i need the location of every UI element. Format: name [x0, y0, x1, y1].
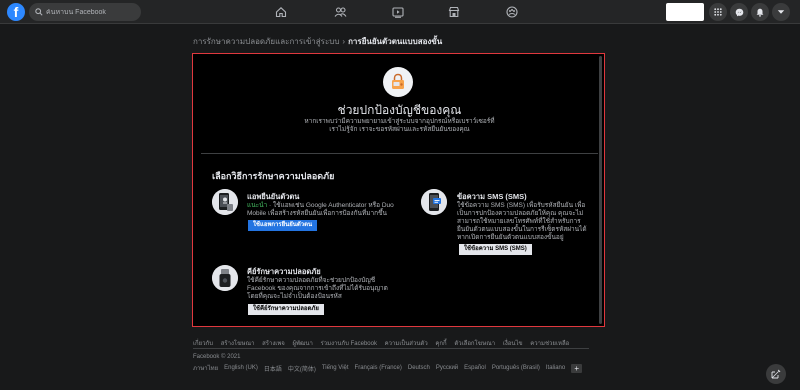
search-icon — [35, 8, 43, 16]
notifications-icon[interactable] — [751, 3, 769, 21]
security-lock-icon — [383, 67, 413, 97]
footer-link[interactable]: คุกกี้ — [435, 341, 446, 347]
footer-link[interactable]: ความเป็นส่วนตัว — [385, 341, 428, 347]
copyright: Facebook © 2021 — [193, 354, 241, 360]
language-current: ภาษาไทย — [193, 366, 219, 372]
footer-links: เกี่ยวกับ สร้างโฆษณา สร้างเพจ ผู้พัฒนา ร… — [193, 338, 613, 348]
language-link[interactable]: 日本語 — [264, 364, 282, 373]
footer-link[interactable]: ความช่วยเหลือ — [530, 341, 569, 347]
footer-link[interactable]: เงื่อนไข — [503, 341, 523, 347]
language-link[interactable]: 中文(简体) — [288, 364, 316, 373]
new-message-button[interactable] — [766, 364, 786, 384]
groups-icon[interactable] — [497, 3, 527, 21]
footer-link[interactable]: ผู้พัฒนา — [293, 341, 313, 347]
hero-subtitle: หากเราพบว่ามีความพยายามเข้าสู่ระบบจากอุป… — [304, 118, 495, 133]
use-security-key-button[interactable]: ใช้คีย์รักษาความปลอดภัย — [248, 304, 324, 315]
account-dropdown-icon[interactable] — [772, 3, 790, 21]
breadcrumb-current: การยืนยันตัวตนแบบสองขั้น — [348, 37, 443, 46]
language-link[interactable]: Deutsch — [408, 365, 430, 371]
panel-scrollbar[interactable] — [599, 56, 602, 324]
search-box[interactable] — [29, 3, 141, 21]
footer-link[interactable]: ร่วมงานกับ Facebook — [321, 341, 377, 347]
language-link[interactable]: Русский — [436, 365, 458, 371]
language-list: ภาษาไทย English (UK) 日本語 中文(简体) Tiếng Vi… — [193, 363, 583, 373]
footer-link[interactable]: สร้างเพจ — [262, 341, 285, 347]
sms-description: ใช้ข้อความ SMS (SMS) เพื่อรับรหัสยืนยัน … — [457, 202, 587, 241]
home-icon[interactable] — [266, 3, 296, 21]
section-title: เลือกวิธีการรักษาความปลอดภัย — [212, 171, 335, 181]
marketplace-icon[interactable] — [439, 3, 469, 21]
profile-shortcut[interactable] — [666, 3, 704, 21]
auth-app-desc-text: · ใช้แอพเช่น Google Authenticator หรือ D… — [247, 202, 394, 217]
search-input[interactable] — [46, 8, 136, 16]
use-sms-button[interactable]: ใช้ข้อความ SMS (SMS) — [459, 244, 532, 255]
two-factor-panel: ช่วยปกป้องบัญชีของคุณ หากเราพบว่ามีความพ… — [192, 53, 605, 327]
use-auth-app-button[interactable]: ใช้แอพการยืนยันตัวตน — [248, 220, 318, 231]
security-key-description: ใช้คีย์รักษาความปลอดภัยที่จะช่วยปกป้องบั… — [247, 277, 388, 300]
language-link[interactable]: Tiếng Việt — [322, 365, 349, 371]
footer-link[interactable]: เกี่ยวกับ — [193, 341, 213, 347]
auth-app-description: แนะนำ · ใช้แอพเช่น Google Authenticator … — [247, 202, 397, 218]
breadcrumb-separator: › — [342, 37, 346, 46]
more-languages-button[interactable]: + — [571, 363, 583, 373]
top-navigation-bar: f — [0, 0, 800, 24]
facebook-logo[interactable]: f — [7, 3, 25, 21]
sms-phone-icon — [421, 189, 447, 215]
friends-icon[interactable] — [325, 3, 355, 21]
section-divider — [201, 153, 598, 154]
auth-app-icon — [212, 189, 238, 215]
security-key-icon — [212, 265, 238, 291]
recommended-badge: แนะนำ — [247, 202, 268, 209]
footer-divider — [193, 348, 589, 349]
breadcrumb-parent-link[interactable]: การรักษาความปลอดภัยและการเข้าสู่ระบบ — [193, 37, 339, 46]
language-link[interactable]: Italiano — [546, 365, 565, 371]
language-link[interactable]: English (UK) — [224, 365, 258, 371]
language-link[interactable]: Português (Brasil) — [492, 365, 540, 371]
breadcrumb: การรักษาความปลอดภัยและการเข้าสู่ระบบ › การ… — [193, 35, 442, 48]
language-link[interactable]: Français (France) — [355, 365, 402, 371]
menu-grid-icon[interactable] — [709, 3, 727, 21]
watch-icon[interactable] — [383, 3, 413, 21]
footer-link[interactable]: สร้างโฆษณา — [221, 341, 255, 347]
messenger-icon[interactable] — [730, 3, 748, 21]
compose-icon — [771, 369, 781, 379]
footer-link[interactable]: ตัวเลือกโฆษณา — [454, 341, 495, 347]
language-link[interactable]: Español — [464, 365, 486, 371]
